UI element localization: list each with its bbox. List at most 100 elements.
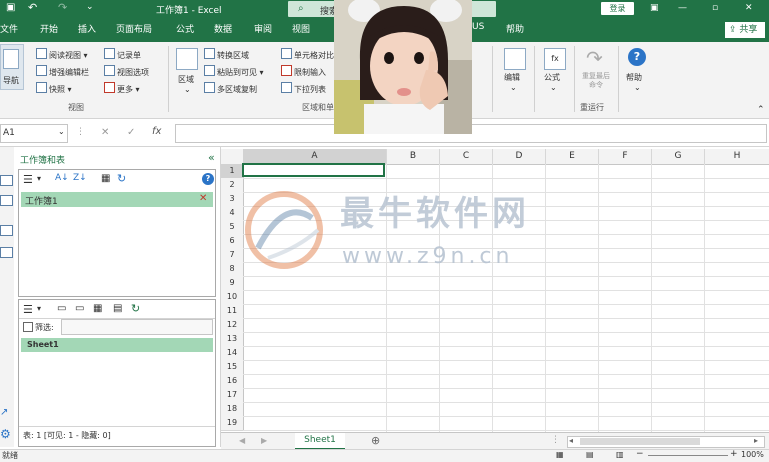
tab-page-layout[interactable]: 页面布局 [116,22,152,35]
horizontal-scrollbar[interactable]: ◂ ▸ [567,436,765,448]
new-workbook-icon[interactable]: ▦ [101,173,110,184]
normal-view-icon[interactable]: ▦ [556,450,564,459]
copy-sheet-icon[interactable]: ▦ [93,303,102,314]
collapse-pane-icon[interactable]: « [208,151,215,164]
tab-file[interactable]: 文件 [0,22,18,35]
sort-desc-icon[interactable]: Z↓ [73,173,87,183]
page-break-view-icon[interactable]: ▥ [616,450,624,459]
row-header[interactable]: 19 [221,416,244,431]
record-form-button[interactable]: 记录单 [104,48,141,61]
enhanced-edit-bar-button[interactable]: 增强编辑栏 [36,65,89,78]
name-box[interactable]: A1 ⌄ [0,124,68,143]
insert-function-icon[interactable]: fx [152,126,161,137]
column-header-f[interactable]: F [599,149,652,165]
ribbon-display-icon[interactable]: ▣ [650,3,659,13]
row-header[interactable]: 11 [221,304,244,319]
sheet-row[interactable]: Sheet1 [21,338,213,352]
row-header[interactable]: 18 [221,402,244,417]
column-header-h[interactable]: H [705,149,769,165]
page-layout-view-icon[interactable]: ▤ [586,450,594,459]
snapshot-button[interactable]: 快照 ▾ [36,82,72,95]
sheet-tab-sheet1[interactable]: Sheet1 [295,433,345,450]
login-button[interactable]: 登录 [601,2,634,15]
active-cell[interactable] [242,163,385,177]
row-header[interactable]: 15 [221,360,244,375]
rename-sheet-icon[interactable]: ▭ [57,303,66,314]
refresh-icon[interactable]: ↻ [131,302,140,315]
redo-icon[interactable]: ↷ [58,1,67,14]
dropdown-list-button[interactable]: 下拉列表 [281,82,326,95]
row-header[interactable]: 10 [221,290,244,305]
tab-data[interactable]: 数据 [214,22,232,35]
scroll-right-icon[interactable]: ▸ [754,436,758,445]
row-header[interactable]: 14 [221,346,244,361]
close-button[interactable]: ✕ [745,3,753,13]
gear-icon[interactable]: ⚙ [0,427,11,441]
cancel-icon[interactable]: ✕ [101,127,109,138]
row-header[interactable]: 12 [221,318,244,333]
collapse-ribbon-icon[interactable]: ⌃ [757,105,765,115]
cell-compare-button[interactable]: 单元格对比 [281,48,334,61]
zoom-level[interactable]: 100% [741,450,764,459]
zoom-out-icon[interactable]: − [636,449,644,459]
row-header[interactable]: 16 [221,374,244,389]
list-icon[interactable] [0,247,13,258]
enter-icon[interactable]: ✓ [127,127,135,138]
minimize-button[interactable]: — [678,3,687,13]
name-manager-icon[interactable] [0,195,13,206]
undo-icon[interactable]: ↶ [28,1,37,14]
share-button[interactable]: ⇪ 共享 [725,22,765,38]
formula-bar-options-icon[interactable]: ⋮ [76,127,85,137]
row-header[interactable]: 13 [221,332,244,347]
sort-asc-icon[interactable]: A↓ [55,173,69,183]
chevron-down-icon[interactable]: ▾ [37,174,41,183]
refresh-icon[interactable]: ↻ [117,172,126,185]
repeat-last-command-button[interactable]: ↷ 重复最后命令 [580,46,612,96]
edit-button[interactable]: 编辑 ⌄ [500,46,528,96]
help-button[interactable]: ? 帮助 ⌄ [624,46,652,96]
workbook-icon[interactable] [0,175,13,186]
restore-button[interactable]: ▫ [712,3,718,13]
tab-help[interactable]: 帮助 [506,22,524,35]
column-header-c[interactable]: C [440,149,493,165]
list-view-icon[interactable]: ☰ [23,303,33,316]
filter-checkbox[interactable] [23,322,33,332]
chevron-down-icon[interactable]: ▾ [37,304,41,313]
column-icon[interactable] [0,225,13,236]
paste-visible-button[interactable]: 粘贴到可见 ▾ [204,65,264,78]
multi-range-copy-button[interactable]: 多区域复制 [204,82,257,95]
help-icon[interactable]: ? [202,173,214,185]
split-handle-icon[interactable]: ⋮ [551,435,560,445]
tab-home[interactable]: 开始 [40,22,58,35]
tab-view[interactable]: 视图 [292,22,310,35]
zoom-in-icon[interactable]: + [730,449,738,459]
reading-view-button[interactable]: 阅读视图 ▾ [36,48,88,61]
area-button[interactable]: 区域 ⌄ [174,48,200,96]
next-sheet-icon[interactable]: ▶ [261,436,267,445]
previous-sheet-icon[interactable]: ◀ [239,436,245,445]
tab-formulas[interactable]: 公式 [176,22,194,35]
hide-sheet-icon[interactable]: ▤ [113,303,122,314]
select-all-corner[interactable] [221,149,244,165]
save-icon[interactable]: ▣ [6,2,15,13]
view-options-button[interactable]: 视图选项 [104,65,149,78]
convert-range-button[interactable]: 转换区域 [204,48,249,61]
formula-button[interactable]: fx 公式 ⌄ [540,46,568,96]
filter-input[interactable] [61,319,213,335]
external-link-icon[interactable]: ↗ [0,407,8,418]
chevron-down-icon[interactable]: ⌄ [58,127,65,136]
row-header[interactable]: 1 [221,164,244,179]
list-view-icon[interactable]: ☰ [23,173,33,186]
column-header-e[interactable]: E [546,149,599,165]
close-workbook-icon[interactable]: ✕ [199,193,207,204]
navigation-button[interactable]: 导航 [0,44,24,90]
add-sheet-icon[interactable]: ⊕ [371,434,380,447]
row-header[interactable]: 9 [221,276,244,291]
more-button[interactable]: 更多 ▾ [104,82,140,95]
scrollbar-thumb[interactable] [580,438,700,445]
workbook-row[interactable]: 工作簿1 ✕ [21,192,213,207]
column-header-g[interactable]: G [652,149,705,165]
tab-insert[interactable]: 插入 [78,22,96,35]
scroll-left-icon[interactable]: ◂ [569,436,573,445]
restrict-input-button[interactable]: 限制输入 [281,65,326,78]
